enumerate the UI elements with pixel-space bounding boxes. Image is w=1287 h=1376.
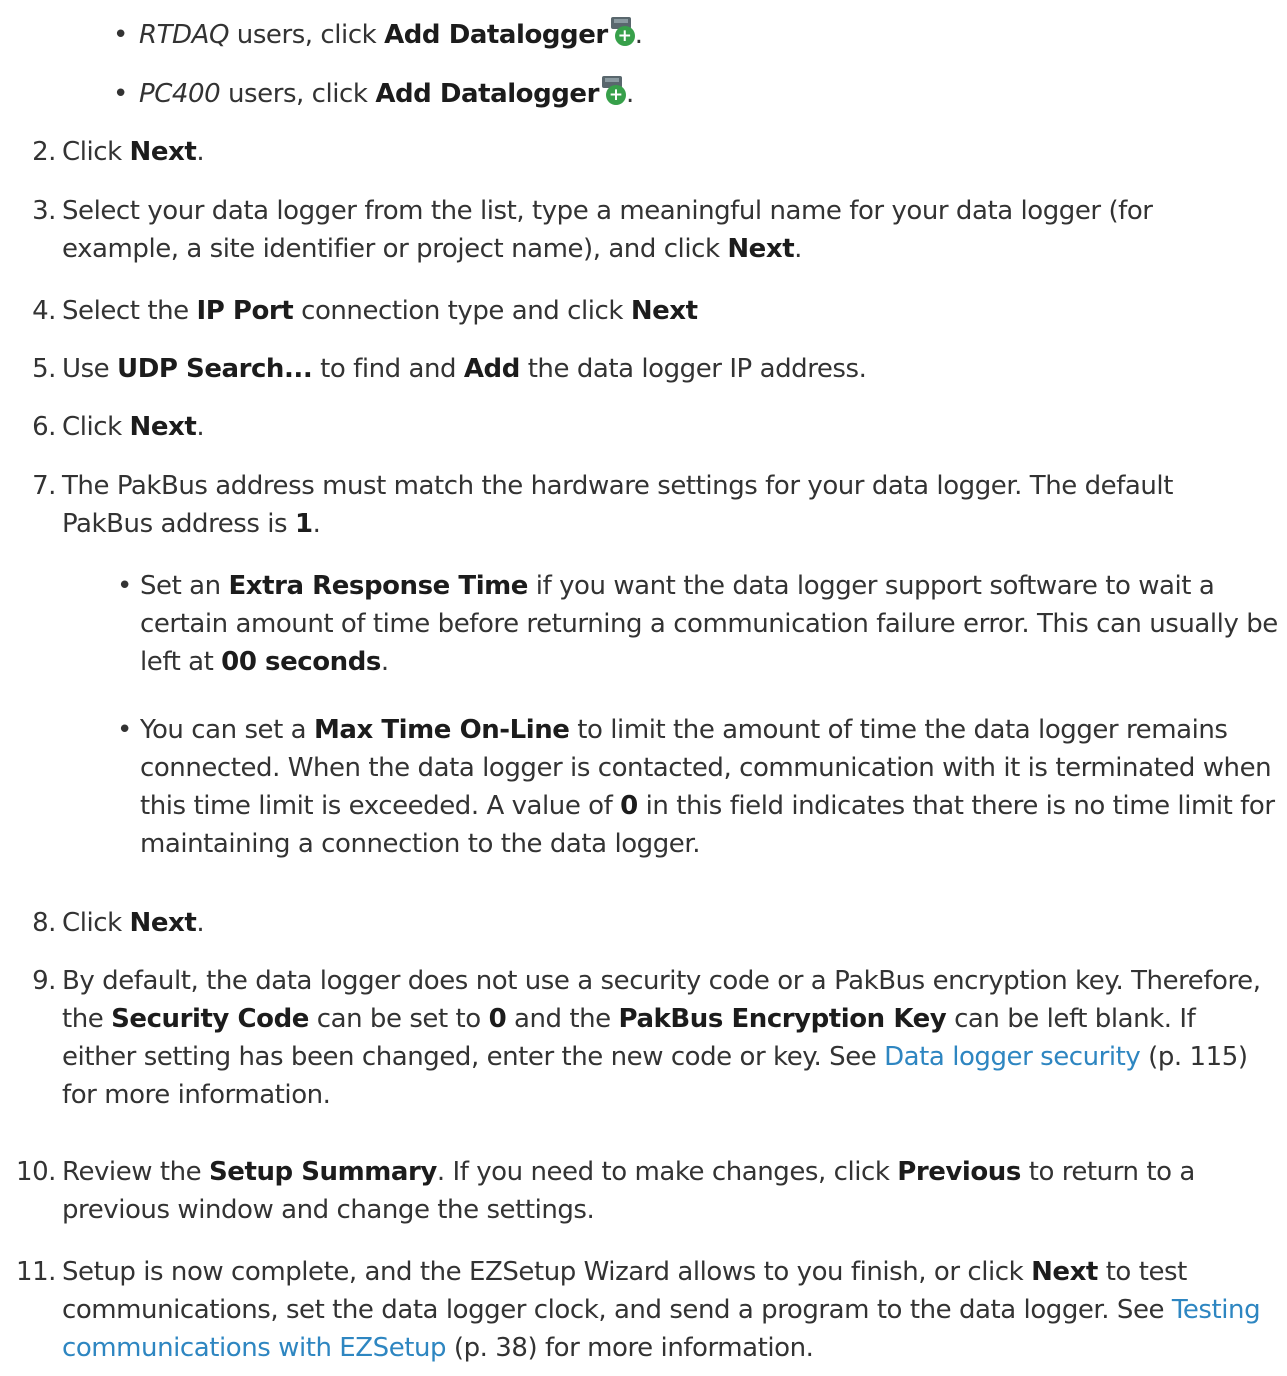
- document-page: • RTDAQ users, click Add Datalogger +. • …: [0, 0, 1287, 1376]
- ui-label: Extra Response Time: [228, 571, 529, 601]
- ui-label: Next: [1031, 1257, 1098, 1287]
- ui-label: 0: [620, 791, 638, 821]
- ui-label: 1: [294, 509, 313, 539]
- step-number: 5.: [32, 354, 56, 384]
- ui-label: Max Time On-Line: [313, 715, 570, 745]
- bullet-dot: •: [117, 571, 132, 601]
- step-number: 9.: [32, 966, 56, 996]
- app-name: RTDAQ: [139, 20, 229, 50]
- ui-label: Next: [129, 412, 197, 442]
- ui-label: PakBus Encryption Key: [618, 1004, 947, 1034]
- data-logger-security-link[interactable]: Data logger security: [884, 1042, 1141, 1072]
- ui-label: Next: [630, 296, 698, 326]
- step-number: 4.: [32, 296, 56, 326]
- ui-label: Next: [727, 234, 795, 264]
- ui-label: Add: [463, 354, 520, 384]
- ui-label: UDP Search...: [117, 354, 313, 384]
- step-number: 8.: [32, 908, 56, 938]
- ui-label: Setup Summary: [209, 1157, 437, 1187]
- ui-label: Add Datalogger: [375, 79, 599, 109]
- ui-label: Security Code: [111, 1004, 309, 1034]
- ui-label: Next: [129, 908, 197, 938]
- add-datalogger-icon: +: [600, 76, 626, 106]
- app-name: PC400: [139, 79, 221, 109]
- ui-label: 00 seconds: [221, 647, 381, 677]
- step-number: 7.: [32, 471, 56, 501]
- ui-label: 0: [488, 1004, 507, 1034]
- step-number: 10.: [16, 1157, 56, 1187]
- ui-label: Previous: [897, 1157, 1021, 1187]
- step-number: 2.: [32, 137, 56, 167]
- step-number: 6.: [32, 412, 56, 442]
- ui-label: Add Datalogger: [384, 20, 608, 50]
- bullet-dot: •: [113, 20, 128, 50]
- add-datalogger-icon: +: [609, 17, 635, 47]
- ui-label: IP Port: [196, 296, 294, 326]
- bullet-dot: •: [117, 715, 132, 745]
- step-number: 11.: [16, 1257, 56, 1287]
- bullet-dot: •: [113, 79, 128, 109]
- ui-label: Next: [129, 137, 197, 167]
- step-number: 3.: [32, 196, 56, 226]
